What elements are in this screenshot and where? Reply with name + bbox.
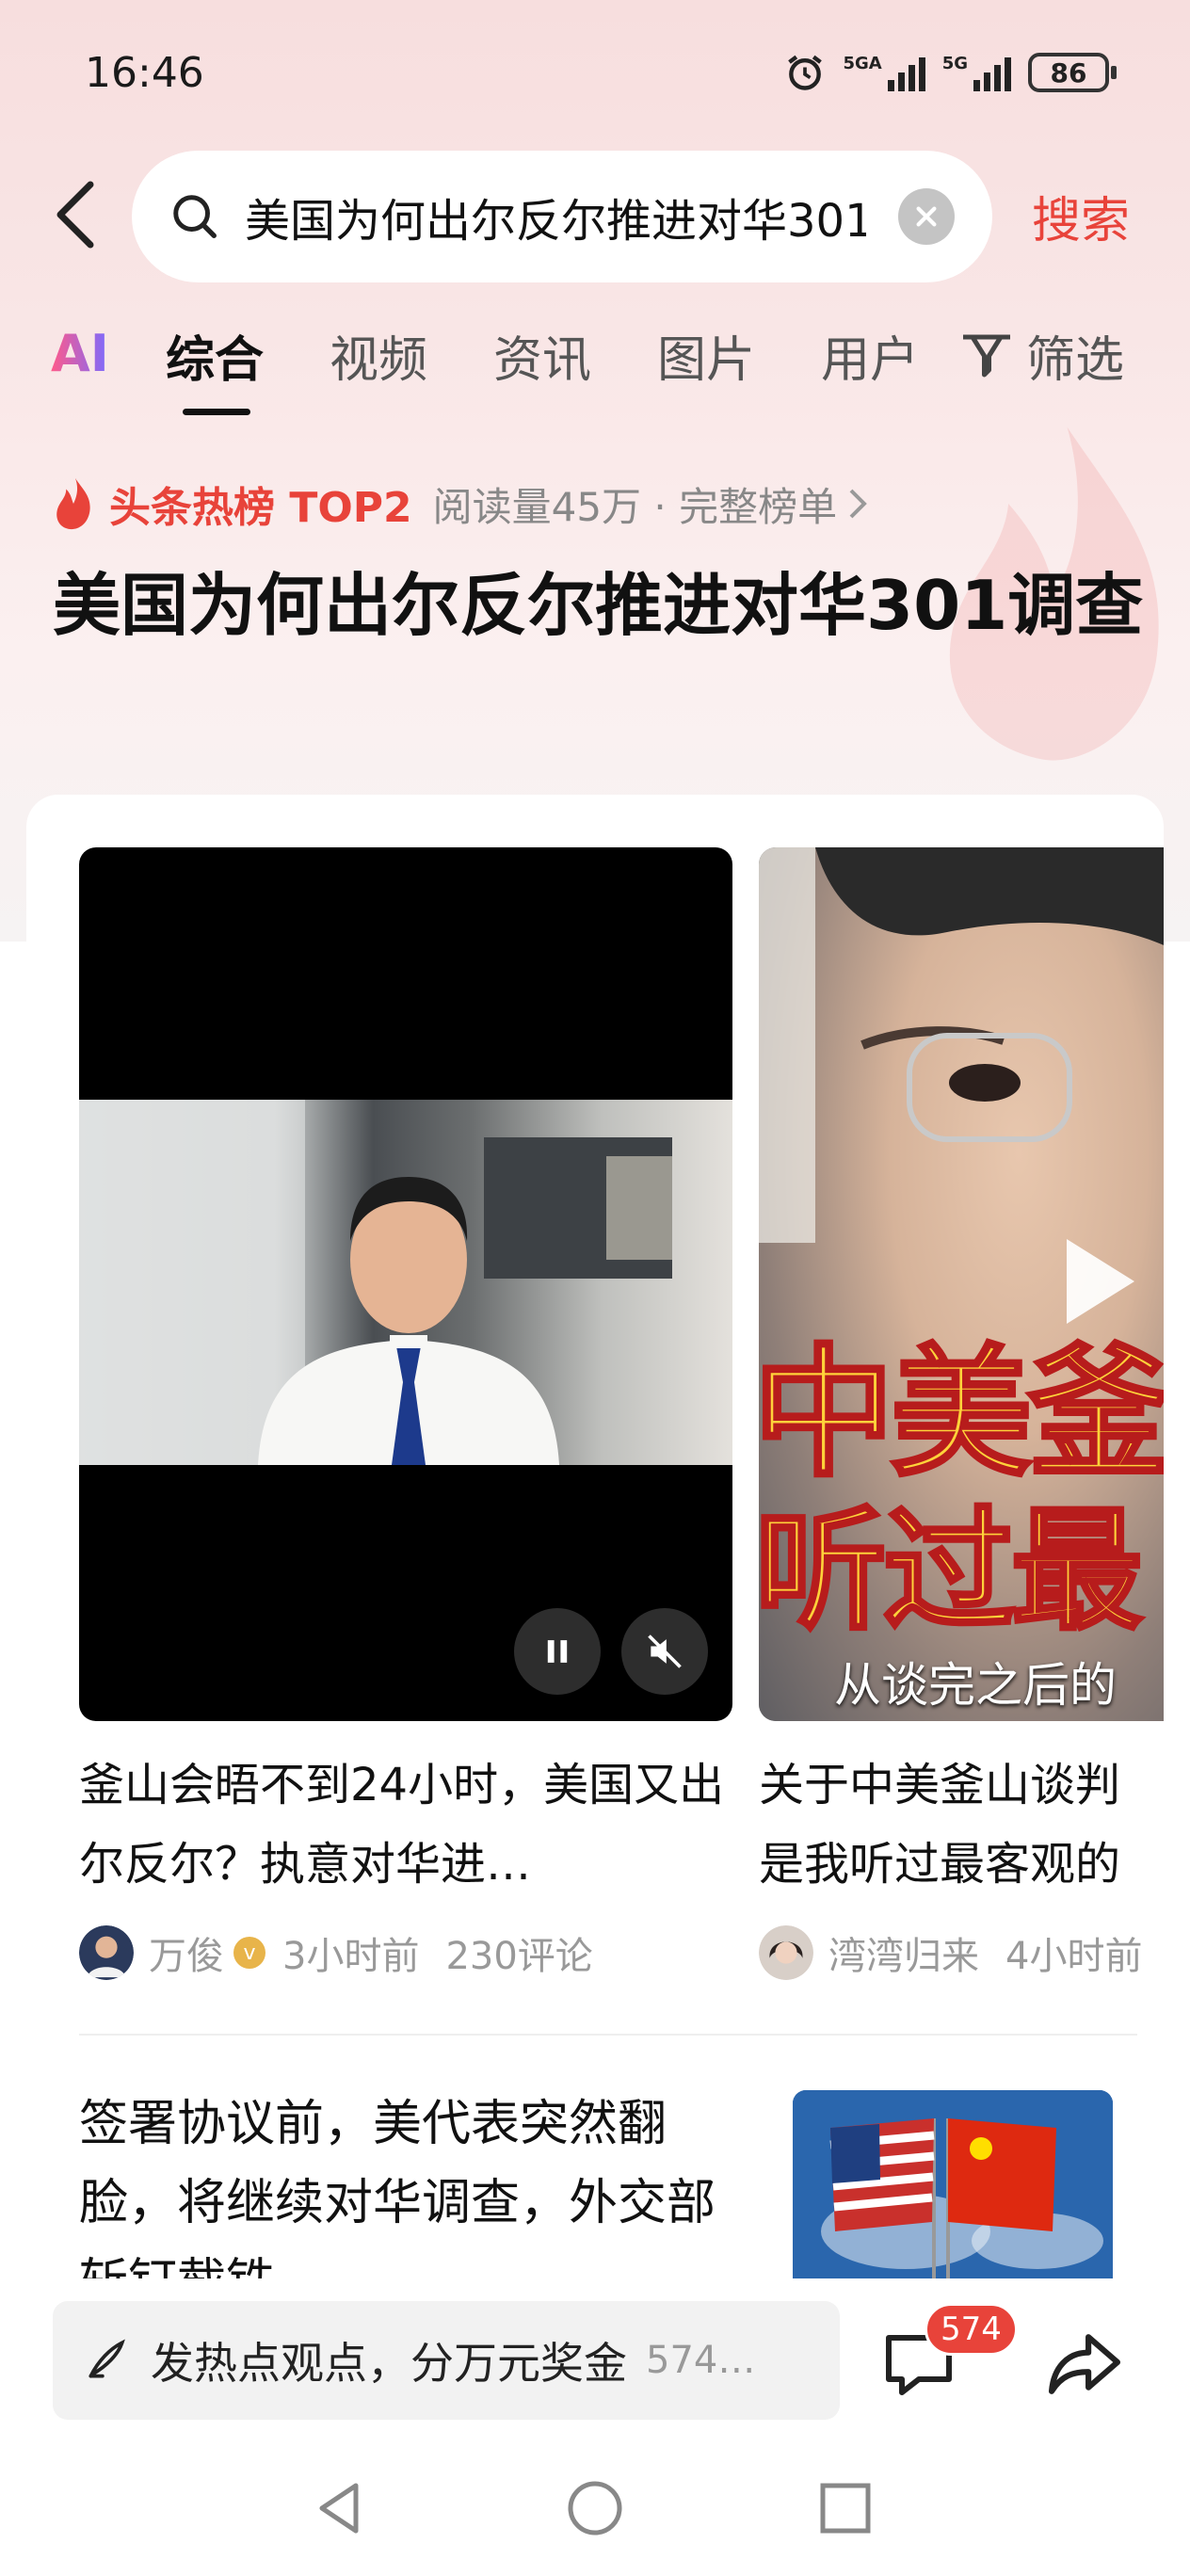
fire-icon <box>56 477 90 530</box>
video-2-title[interactable]: 关于中美釜山谈判 是我听过最客观的 <box>759 1746 1164 1904</box>
alarm-icon <box>788 55 823 90</box>
filter-label: 筛选 <box>1026 332 1125 389</box>
tab-comprehensive[interactable]: 综合 <box>166 320 264 391</box>
signal-5g-icon: 5G <box>942 54 1011 91</box>
comment-input[interactable]: 发热点观点，分万元奖金 574… <box>53 2301 840 2420</box>
search-query-text: 美国为何出尔反尔推进对华301调查 <box>245 195 866 248</box>
tab-video[interactable]: 视频 <box>330 320 427 391</box>
article-1-title[interactable]: 签署协议前，美代表突然翻脸，将继续对华调查，外交部斩钉截铁 <box>79 2085 738 2301</box>
video-1-author[interactable]: 万俊 <box>149 1925 224 1980</box>
clear-search-button[interactable] <box>898 188 955 245</box>
tab-news[interactable]: 资讯 <box>493 320 591 391</box>
verified-badge-icon: v <box>233 1937 265 1969</box>
signal-5ga-label: 5GA <box>843 54 882 73</box>
video-presenter-image <box>79 1100 672 1465</box>
nav-home-icon[interactable] <box>565 2478 625 2538</box>
search-input[interactable]: 美国为何出尔反尔推进对华301调查 <box>132 151 992 282</box>
video-player-2[interactable]: 中美釜山 听过最 从谈完之后的 <box>759 847 1164 1721</box>
search-icon <box>173 195 217 238</box>
share-icon[interactable] <box>1045 2329 1124 2399</box>
status-time: 16:46 <box>85 49 204 97</box>
video-1-meta: 万俊 v 3小时前 230评论 <box>79 1924 593 1981</box>
avatar[interactable] <box>759 1925 813 1980</box>
nav-recents-icon[interactable] <box>815 2478 876 2538</box>
hot-rank-row[interactable]: 头条热榜 TOP2 阅读量45万 · 完整榜单 <box>51 471 871 537</box>
search-button[interactable]: 搜索 <box>1032 181 1130 251</box>
video-overlay-text-2: 听过最 <box>759 1493 1145 1650</box>
video-2-author[interactable]: 湾湾归来 <box>828 1925 979 1980</box>
video-1-time: 3小时前 <box>282 1935 420 1978</box>
video-1-comments: 230评论 <box>445 1935 593 1978</box>
video-2-title-line-1: 关于中美釜山谈判 <box>759 1759 1121 1811</box>
video-2-time: 4小时前 <box>1005 1935 1143 1978</box>
results-card: 中美釜山 听过最 从谈完之后的 釜山会晤不到24小时，美国又出尔反尔？执意对华进… <box>26 795 1164 2301</box>
signal-5g-label: 5G <box>941 54 968 73</box>
mute-button[interactable] <box>621 1608 708 1695</box>
pause-button[interactable] <box>514 1608 601 1695</box>
tab-ai[interactable]: AI <box>51 324 109 383</box>
video-1-title[interactable]: 釜山会晤不到24小时，美国又出尔反尔？执意对华进… <box>79 1746 738 1904</box>
video-frame <box>79 1100 732 1465</box>
bottom-action-bar: 发热点观点，分万元奖金 574… 574 <box>0 2278 1190 2448</box>
hot-rank-meta: 阅读量45万 · 完整榜单 <box>432 483 838 530</box>
hot-rank-label: 头条热榜 TOP2 <box>109 484 412 532</box>
article-1-thumbnail[interactable] <box>793 2090 1113 2301</box>
topic-title: 美国为何出尔反尔推进对华301调查 <box>53 566 1144 645</box>
comment-count-preview: 574… <box>646 2339 756 2382</box>
comment-prompt: 发热点观点，分万元奖金 <box>151 2338 627 2389</box>
filter-button[interactable]: 筛选 <box>958 320 1124 391</box>
video-overlay-subtitle: 从谈完之后的 <box>834 1658 1117 1713</box>
pen-icon <box>88 2339 125 2378</box>
status-bar: 16:46 5GA 5G 86 <box>0 0 1190 151</box>
comment-count-badge: 574 <box>925 2303 1018 2356</box>
chevron-right-icon <box>849 489 867 519</box>
divider <box>79 2034 1137 2036</box>
flags-image <box>793 2090 1113 2301</box>
nav-back-icon[interactable] <box>311 2478 371 2538</box>
status-icons: 5GA 5G 86 <box>784 49 1117 96</box>
signal-5ga-icon: 5GA <box>843 54 925 91</box>
play-icon[interactable] <box>1058 1230 1143 1333</box>
battery-icon: 86 <box>1028 53 1117 92</box>
video-player-1[interactable] <box>79 847 732 1721</box>
video-2-title-line-2: 是我听过最客观的 <box>759 1838 1121 1891</box>
active-tab-indicator <box>183 409 250 415</box>
video-2-meta: 湾湾归来 4小时前 <box>759 1924 1142 1981</box>
filter-icon <box>963 334 1010 377</box>
battery-level: 86 <box>1050 56 1087 89</box>
close-icon <box>916 206 937 227</box>
result-tabs: AI 综合 视频 资讯 图片 用户 筛选 <box>0 320 1190 424</box>
tab-images[interactable]: 图片 <box>657 320 755 391</box>
muted-speaker-icon <box>648 1634 682 1668</box>
avatar[interactable] <box>79 1925 134 1980</box>
back-arrow-icon[interactable] <box>49 177 105 252</box>
tab-users[interactable]: 用户 <box>821 320 919 391</box>
system-nav-bar <box>0 2448 1190 2576</box>
pause-icon <box>547 1640 568 1663</box>
